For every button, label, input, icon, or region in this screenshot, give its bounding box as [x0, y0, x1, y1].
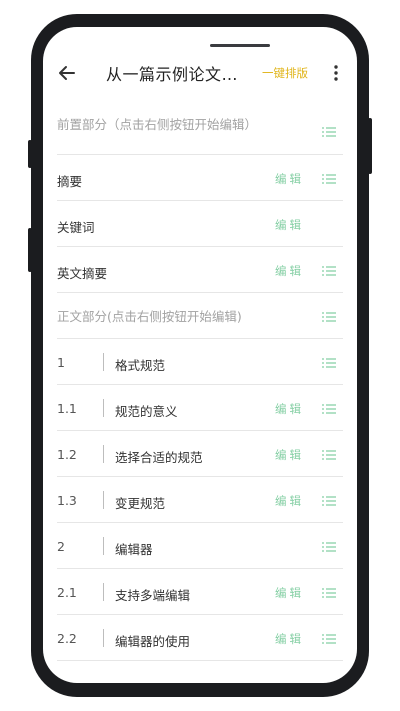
outline-row[interactable]: 1.1 规范的意义 编辑 [57, 385, 343, 431]
keywords-label: 关键词 [57, 220, 95, 235]
abstract-label: 摘要 [57, 174, 83, 189]
section-number: 1 [57, 355, 65, 370]
outline-row[interactable]: 1 格式规范 [57, 339, 343, 385]
list-menu-icon[interactable] [322, 266, 336, 276]
divider [103, 537, 104, 555]
section-number: 1.2 [57, 447, 77, 462]
edit-button[interactable]: 编辑 [275, 401, 304, 417]
list-menu-icon[interactable] [322, 542, 336, 552]
section-title: 支持多端编辑 [115, 588, 191, 603]
one-click-format-button[interactable]: 一键排版 [262, 65, 308, 81]
section-title: 编辑器的使用 [115, 634, 191, 649]
english-abstract-label: 英文摘要 [57, 266, 108, 281]
front-matter-header: 前置部分（点击右侧按钮开始编辑） [57, 117, 258, 132]
outline-list: 前置部分（点击右侧按钮开始编辑） 摘要 编辑 关键词 编辑 英文摘要 编辑 正文… [57, 113, 343, 661]
edit-button[interactable]: 编辑 [275, 217, 304, 233]
list-menu-icon[interactable] [322, 634, 336, 644]
outline-row[interactable]: 1.2 选择合适的规范 编辑 [57, 431, 343, 477]
list-menu-icon[interactable] [322, 127, 336, 137]
section-title: 变更规范 [115, 496, 166, 511]
divider [103, 491, 104, 509]
arrow-left-icon[interactable] [57, 63, 77, 83]
volume-up-button [28, 140, 32, 168]
section-number: 1.3 [57, 493, 77, 508]
divider [103, 353, 104, 371]
edit-button[interactable]: 编辑 [275, 493, 304, 509]
section-title: 格式规范 [115, 358, 166, 373]
power-button [368, 118, 372, 174]
volume-down-button [28, 228, 32, 272]
section-number: 2.2 [57, 631, 77, 646]
more-vertical-icon[interactable] [330, 63, 342, 83]
list-menu-icon[interactable] [322, 450, 336, 460]
section-title: 选择合适的规范 [115, 450, 203, 465]
edit-button[interactable]: 编辑 [275, 447, 304, 463]
keywords-row[interactable]: 关键词 编辑 [57, 201, 343, 247]
list-menu-icon[interactable] [322, 404, 336, 414]
body-header: 正文部分(点击右侧按钮开始编辑) [57, 309, 242, 324]
section-title: 编辑器 [115, 542, 153, 557]
outline-row[interactable]: 2 编辑器 [57, 523, 343, 569]
divider [103, 399, 104, 417]
list-menu-icon[interactable] [322, 312, 336, 322]
earpiece [210, 44, 270, 47]
edit-button[interactable]: 编辑 [275, 263, 304, 279]
edit-button[interactable]: 编辑 [275, 171, 304, 187]
outline-row[interactable]: 2.1 支持多端编辑 编辑 [57, 569, 343, 615]
section-number: 2.1 [57, 585, 77, 600]
front-matter-header-row: 前置部分（点击右侧按钮开始编辑） [57, 113, 343, 155]
list-menu-icon[interactable] [322, 496, 336, 506]
edit-button[interactable]: 编辑 [275, 585, 304, 601]
divider [103, 445, 104, 463]
divider [103, 629, 104, 647]
app-screen: 从一篇示例论文… 一键排版 前置部分（点击右侧按钮开始编辑） 摘要 编辑 关键词… [43, 27, 357, 683]
english-abstract-row[interactable]: 英文摘要 编辑 [57, 247, 343, 293]
top-app-bar: 从一篇示例论文… 一键排版 [43, 51, 357, 95]
divider [103, 583, 104, 601]
abstract-row[interactable]: 摘要 编辑 [57, 155, 343, 201]
outline-row[interactable]: 1.3 变更规范 编辑 [57, 477, 343, 523]
section-title: 规范的意义 [115, 404, 178, 419]
page-title: 从一篇示例论文… [106, 65, 239, 84]
list-menu-icon[interactable] [322, 174, 336, 184]
section-number: 2 [57, 539, 65, 554]
outline-row[interactable]: 2.2 编辑器的使用 编辑 [57, 615, 343, 661]
edit-button[interactable]: 编辑 [275, 631, 304, 647]
section-number: 1.1 [57, 401, 77, 416]
body-header-row: 正文部分(点击右侧按钮开始编辑) [57, 293, 343, 339]
list-menu-icon[interactable] [322, 588, 336, 598]
list-menu-icon[interactable] [322, 358, 336, 368]
